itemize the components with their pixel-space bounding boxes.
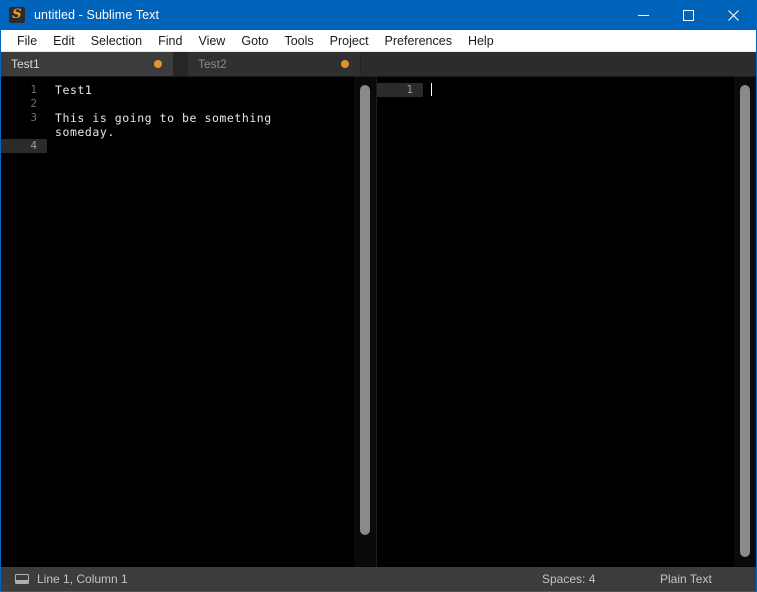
menu-item-help[interactable]: Help — [460, 30, 502, 52]
tab-bar-gap — [174, 52, 188, 76]
code-line: Test1 — [55, 83, 93, 97]
close-icon[interactable] — [711, 0, 756, 30]
status-bar: Line 1, Column 1 Spaces: 4 Plain Text — [1, 567, 756, 591]
menu-item-goto[interactable]: Goto — [233, 30, 276, 52]
minimize-icon[interactable] — [621, 0, 666, 30]
unsaved-changes-icon[interactable] — [341, 60, 349, 68]
sidebar-toggle-icon[interactable] — [15, 574, 29, 584]
menu-item-project[interactable]: Project — [322, 30, 377, 52]
code-content[interactable]: Test1 This is going to be something some… — [47, 77, 376, 567]
line-number-gutter: 1 2 3 4 — [1, 77, 47, 567]
syntax-status[interactable]: Plain Text — [660, 572, 756, 586]
menu-item-edit[interactable]: Edit — [45, 30, 83, 52]
unsaved-changes-icon[interactable] — [154, 60, 162, 68]
menu-item-file[interactable]: File — [9, 30, 45, 52]
text-cursor — [431, 83, 432, 96]
status-bar-right: Spaces: 4 Plain Text — [542, 567, 756, 591]
cursor-position-status: Line 1, Column 1 — [37, 572, 128, 586]
code-content[interactable] — [423, 77, 756, 567]
menu-item-preferences[interactable]: Preferences — [377, 30, 460, 52]
tab-test2[interactable]: Test2 — [188, 52, 361, 76]
window-controls — [621, 0, 756, 30]
window-title: untitled - Sublime Text — [34, 8, 160, 22]
editor-pane-right[interactable]: 1 — [377, 77, 756, 567]
line-number-gutter: 1 — [377, 77, 423, 567]
line-number-current: 4 — [1, 139, 47, 153]
line-number: 3 — [30, 111, 37, 124]
tab-label: Test1 — [11, 57, 40, 71]
indentation-status[interactable]: Spaces: 4 — [542, 572, 660, 586]
editor-pane-left[interactable]: 1 2 3 4 Test1 This is going to be someth… — [1, 77, 377, 567]
menu-bar: File Edit Selection Find View Goto Tools… — [1, 30, 756, 52]
menu-item-view[interactable]: View — [190, 30, 233, 52]
code-line — [431, 83, 756, 97]
title-bar: untitled - Sublime Text — [1, 0, 756, 30]
status-bar-left: Line 1, Column 1 — [15, 572, 128, 586]
menu-item-tools[interactable]: Tools — [276, 30, 321, 52]
menu-item-selection[interactable]: Selection — [83, 30, 150, 52]
editor-area: 1 2 3 4 Test1 This is going to be someth… — [1, 77, 756, 567]
line-number-current: 1 — [377, 83, 423, 97]
tab-test1[interactable]: Test1 — [1, 52, 174, 76]
sublime-text-window: untitled - Sublime Text File Edit Select… — [0, 0, 757, 592]
line-number: 1 — [30, 83, 37, 96]
line-number: 2 — [30, 97, 37, 110]
vertical-scrollbar[interactable] — [734, 77, 756, 567]
tab-bar-empty-space[interactable] — [361, 52, 756, 76]
sublime-text-logo-icon — [9, 6, 25, 23]
tab-label: Test2 — [198, 57, 227, 71]
menu-item-find[interactable]: Find — [150, 30, 190, 52]
maximize-icon[interactable] — [666, 0, 711, 30]
scrollbar-thumb[interactable] — [360, 85, 370, 535]
line-number-wrap-continuation — [1, 125, 47, 139]
scrollbar-thumb[interactable] — [740, 85, 750, 557]
tab-bar: Test1 Test2 — [1, 52, 756, 77]
code-line: someday. — [55, 125, 115, 139]
code-line: This is going to be something — [55, 111, 272, 125]
vertical-scrollbar[interactable] — [354, 77, 376, 567]
